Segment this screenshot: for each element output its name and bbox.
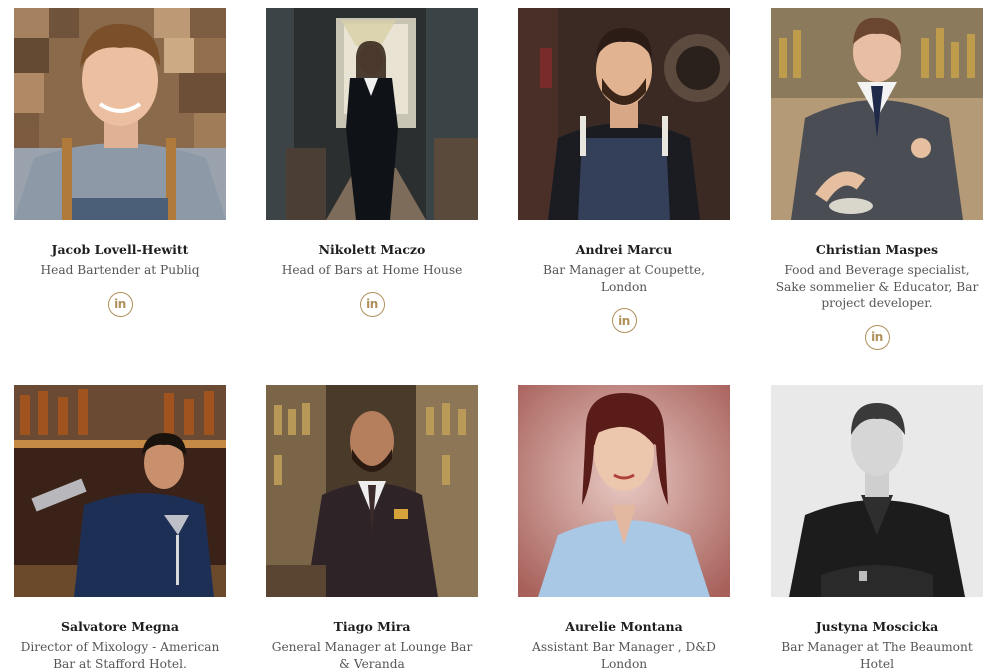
member-name: Nikolett Maczo	[318, 242, 426, 257]
member-role: Director of Mixology - American Bar at S…	[20, 640, 220, 671]
member-photo	[14, 8, 226, 220]
linkedin-icon: in	[366, 297, 378, 311]
member-role: Assistant Bar Manager , D&D London	[532, 640, 716, 671]
member-photo	[266, 385, 478, 597]
linkedin-button[interactable]: in	[611, 308, 637, 333]
member-role: Head of Bars at Home House	[281, 263, 463, 277]
team-member-card: Jacob Lovell-Hewitt Head Bartender at Pu…	[14, 8, 226, 317]
linkedin-button[interactable]: in	[107, 291, 133, 317]
member-role: Head Bartender at Publiq	[40, 263, 200, 277]
member-role: Bar Manager at The Beaumont Hotel	[781, 640, 973, 671]
team-member-card: Aurelie Montana Assistant Bar Manager , …	[518, 385, 730, 672]
member-name: Justyna Moscicka	[815, 619, 939, 634]
team-member-card: Andrei Marcu Bar Manager at Coupette, Lo…	[518, 8, 730, 333]
linkedin-icon: in	[114, 297, 126, 311]
member-role: General Manager at Lounge Bar & Veranda	[271, 640, 473, 671]
member-photo	[518, 8, 730, 220]
member-photo	[14, 385, 226, 597]
member-photo	[771, 385, 983, 597]
member-photo	[266, 8, 478, 220]
team-member-card: Justyna Moscicka Bar Manager at The Beau…	[771, 385, 983, 672]
member-name: Jacob Lovell-Hewitt	[51, 242, 189, 257]
member-photo	[771, 8, 983, 220]
linkedin-icon: in	[618, 313, 630, 328]
member-role: Bar Manager at Coupette, London	[543, 263, 705, 294]
member-role: Food and Beverage specialist, Sake somme…	[775, 263, 979, 310]
team-member-card: Tiago Mira General Manager at Lounge Bar…	[266, 385, 478, 672]
member-name: Andrei Marcu	[575, 242, 673, 257]
member-name: Tiago Mira	[333, 619, 411, 634]
team-member-card: Nikolett Maczo Head of Bars at Home Hous…	[266, 8, 478, 317]
member-name: Christian Maspes	[815, 242, 939, 257]
linkedin-button[interactable]: in	[359, 291, 385, 317]
member-name: Salvatore Megna	[61, 619, 179, 634]
team-member-card: Salvatore Megna Director of Mixology - A…	[14, 385, 226, 672]
linkedin-button[interactable]: in	[864, 324, 890, 350]
team-member-card: Christian Maspes Food and Beverage speci…	[771, 8, 983, 350]
linkedin-icon: in	[871, 330, 883, 344]
member-photo	[518, 385, 730, 597]
member-name: Aurelie Montana	[565, 619, 683, 634]
